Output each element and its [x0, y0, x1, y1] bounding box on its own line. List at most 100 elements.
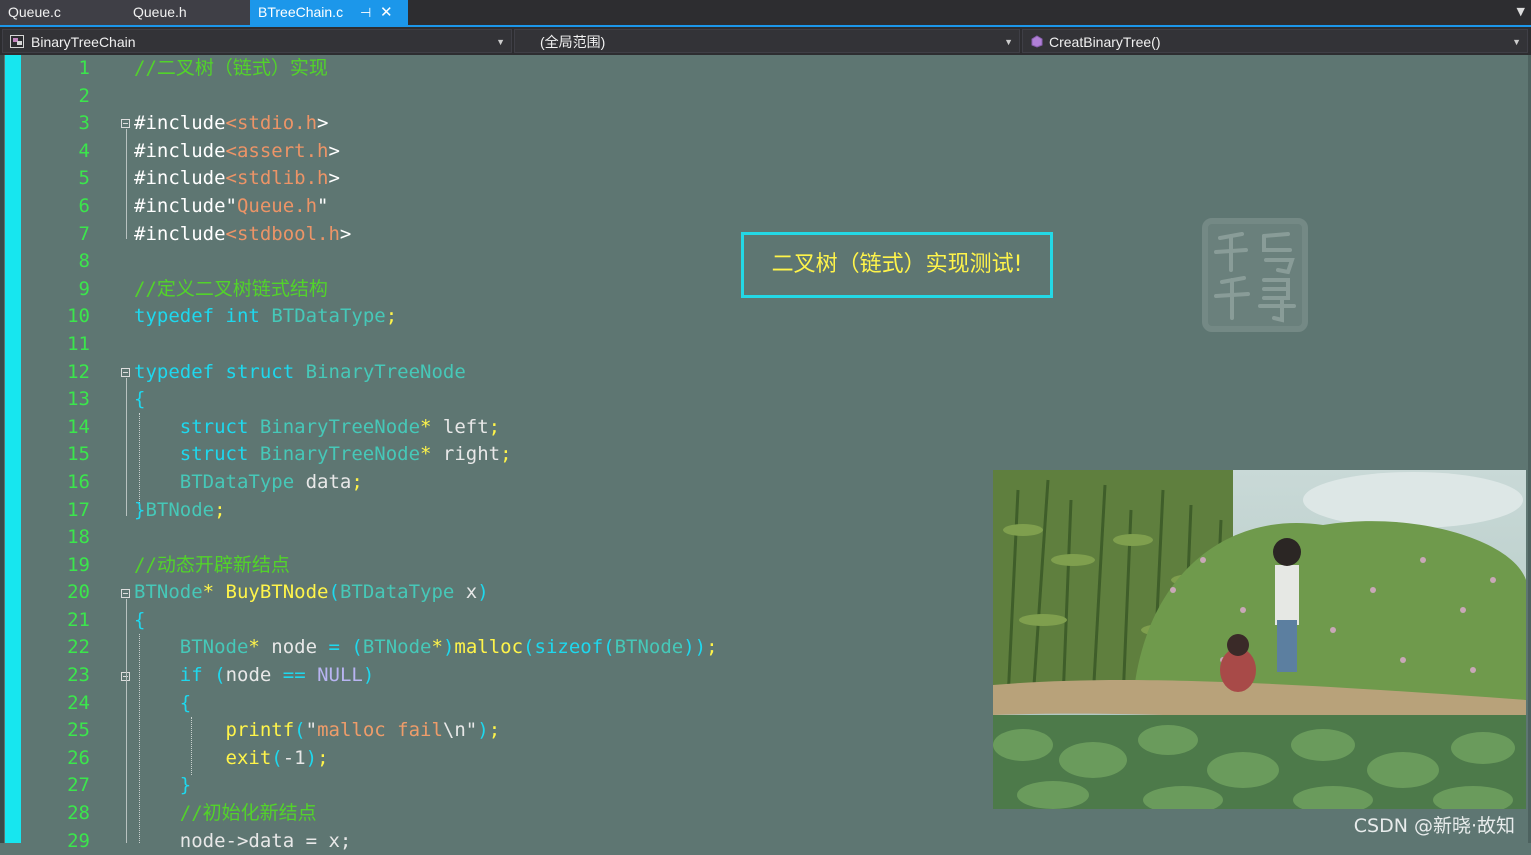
code-token: #include": [134, 194, 237, 217]
code-token: data: [294, 470, 352, 493]
code-token: ): [362, 664, 375, 687]
code-token: node: [225, 664, 283, 687]
code-token: typedef: [134, 360, 215, 383]
code-line[interactable]: }BTNode;: [134, 497, 718, 525]
line-number: 17: [67, 498, 90, 521]
code-token: struct: [225, 360, 295, 383]
code-line[interactable]: //二叉树（链式）实现: [134, 55, 718, 83]
code-token: BTDataType: [271, 305, 386, 328]
code-token: malloc fail: [317, 719, 443, 742]
line-number: 22: [67, 636, 90, 659]
code-token: //初始化新结点: [179, 802, 317, 825]
code-text[interactable]: //二叉树（链式）实现 #include<stdio.h> #include<as…: [134, 55, 718, 855]
line-number: 6: [78, 194, 90, 217]
code-line[interactable]: [134, 524, 718, 552]
code-token: ": [305, 719, 318, 742]
code-token: ;: [488, 415, 501, 438]
code-line[interactable]: //初始化新结点: [134, 800, 718, 828]
spirited-away-seal: [1202, 218, 1308, 332]
tab-btreechain-c[interactable]: BTreeChain.c ⊣ ✕: [250, 0, 408, 25]
code-token: *: [202, 581, 215, 604]
code-token: #include: [134, 167, 226, 190]
tab-queue-c[interactable]: Queue.c: [0, 0, 125, 25]
code-line[interactable]: BTNode* BuyBTNode(BTDataType x): [134, 579, 718, 607]
line-number: 9: [78, 277, 90, 300]
line-number: 4: [78, 139, 90, 162]
code-token: ;: [500, 443, 512, 466]
code-token: ;: [351, 470, 363, 493]
project-label: BinaryTreeChain: [31, 34, 136, 50]
code-line[interactable]: {: [134, 607, 718, 635]
code-token: >: [317, 112, 329, 135]
code-token: BTDataType: [179, 470, 295, 493]
code-line[interactable]: {: [134, 690, 718, 718]
code-line[interactable]: struct BinaryTreeNode* right;: [134, 441, 718, 469]
code-line[interactable]: //定义二叉树链式结构: [134, 276, 718, 304]
code-token: )): [683, 636, 707, 659]
code-token: int: [225, 305, 260, 328]
code-token: #include: [134, 112, 226, 135]
chevron-down-icon: ▼: [496, 37, 505, 47]
code-token: left: [431, 415, 489, 438]
line-number: 2: [78, 84, 90, 107]
code-line[interactable]: [134, 248, 718, 276]
code-line[interactable]: #include<stdio.h>: [134, 110, 718, 138]
line-number: 12: [67, 360, 90, 383]
code-token: >: [339, 222, 352, 245]
code-token: (: [294, 719, 306, 742]
fold-collapse-icon[interactable]: [121, 589, 130, 598]
code-token: (: [271, 746, 283, 769]
code-line[interactable]: struct BinaryTreeNode* left;: [134, 414, 718, 442]
scope-dropdown[interactable]: (全局范围) ▼: [514, 29, 1020, 53]
code-line[interactable]: //动态开辟新结点: [134, 552, 718, 580]
code-line[interactable]: typedef int BTDataType;: [134, 303, 718, 331]
code-line[interactable]: #include<stdlib.h>: [134, 165, 718, 193]
code-line[interactable]: printf("malloc fail\n");: [134, 717, 718, 745]
code-line[interactable]: if (node == NULL): [134, 662, 718, 690]
code-token: exit: [225, 746, 272, 769]
code-line[interactable]: [134, 331, 718, 359]
chevron-down-icon: ▼: [1004, 37, 1013, 47]
code-token: right: [431, 443, 501, 466]
code-token: ;: [317, 746, 329, 769]
project-dropdown[interactable]: BinaryTreeChain ▼: [2, 29, 512, 53]
code-line[interactable]: BTNode* node = (BTNode*)malloc(sizeof(BT…: [134, 634, 718, 662]
pin-icon[interactable]: ⊣: [360, 0, 371, 25]
line-number: 20: [67, 581, 90, 604]
code-line[interactable]: exit(-1);: [134, 745, 718, 773]
code-line[interactable]: node->data = x;: [134, 828, 718, 855]
code-token: if: [179, 664, 203, 687]
fold-collapse-icon[interactable]: [121, 119, 130, 128]
tab-label: Queue.c: [8, 4, 61, 20]
code-line[interactable]: #include<stdbool.h>: [134, 221, 718, 249]
code-token: malloc: [454, 636, 524, 659]
member-dropdown[interactable]: CreatBinaryTree() ▼: [1022, 29, 1528, 53]
scope-label: (全局范围): [540, 34, 606, 50]
code-token: sizeof: [534, 636, 604, 659]
close-icon[interactable]: ✕: [380, 0, 393, 25]
fold-line: [126, 378, 127, 516]
code-token: BinaryTreeNode: [259, 443, 421, 466]
code-token: ;: [214, 498, 226, 521]
code-line[interactable]: [134, 83, 718, 111]
code-line[interactable]: #include<assert.h>: [134, 138, 718, 166]
code-line[interactable]: #include"Queue.h": [134, 193, 718, 221]
fold-collapse-icon[interactable]: [121, 368, 130, 377]
code-token: BuyBTNode: [225, 581, 329, 604]
code-line[interactable]: typedef struct BinaryTreeNode: [134, 359, 718, 387]
line-number: 26: [67, 746, 90, 769]
tab-overflow-dropdown-icon[interactable]: ▼: [1517, 5, 1525, 18]
tab-queue-h[interactable]: Queue.h: [125, 0, 250, 25]
line-number: 29: [67, 829, 90, 852]
code-token: (: [351, 636, 363, 659]
line-number: 14: [67, 415, 90, 438]
code-line[interactable]: BTDataType data;: [134, 469, 718, 497]
code-line[interactable]: }: [134, 772, 718, 800]
code-line[interactable]: {: [134, 386, 718, 414]
code-token: ): [442, 636, 455, 659]
